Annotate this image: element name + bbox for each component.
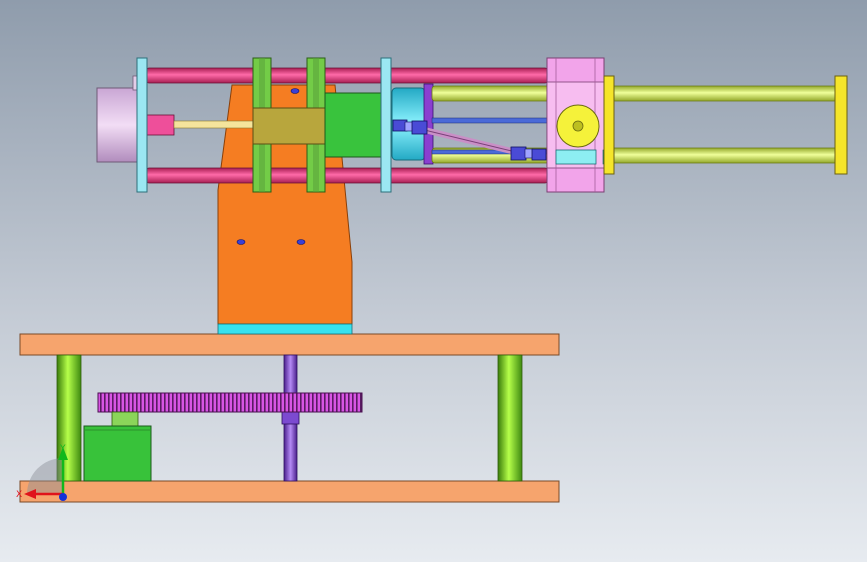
upper-mechanism[interactable] — [96, 57, 848, 193]
spindle-short[interactable] — [145, 114, 175, 136]
spur-gear[interactable] — [97, 392, 363, 413]
stand-bolt — [296, 239, 306, 245]
assembly-drawing[interactable]: Y X — [0, 0, 867, 562]
slide-carriage[interactable] — [252, 107, 326, 145]
upper-guide-rod[interactable] — [145, 67, 549, 84]
cad-viewport[interactable]: Y X — [0, 0, 867, 562]
rear-motor-cylinder[interactable] — [96, 87, 141, 163]
yellow-rod-upper[interactable] — [431, 85, 839, 102]
gear-hub[interactable] — [111, 411, 139, 427]
joint-right[interactable] — [510, 146, 547, 161]
top-base-plate[interactable] — [19, 333, 560, 356]
output-shaft[interactable] — [555, 149, 597, 165]
z-axis-dot — [59, 493, 67, 501]
lower-guide-rod[interactable] — [145, 167, 549, 184]
middle-plate[interactable] — [380, 57, 392, 193]
drive-motor[interactable] — [83, 425, 152, 482]
left-end-plate[interactable] — [136, 57, 148, 193]
triad-origin-shadow — [27, 458, 63, 494]
cylinder-body[interactable] — [324, 92, 383, 158]
x-axis-label: X — [16, 490, 22, 500]
yellow-plate-outer[interactable] — [834, 75, 848, 175]
bottom-base-plate[interactable] — [19, 480, 560, 503]
inner-rod-upper[interactable] — [431, 117, 548, 124]
spindle-rod[interactable] — [173, 120, 257, 129]
stand-bolt — [236, 239, 246, 245]
stand-foot[interactable] — [217, 323, 353, 335]
eccentric-wheel-hub — [572, 120, 584, 132]
y-axis-label: Y — [59, 444, 66, 454]
right-support-column[interactable] — [497, 354, 523, 482]
yellow-plate-inner[interactable] — [603, 75, 615, 175]
stand-bolt — [290, 88, 300, 94]
gear-train[interactable] — [83, 392, 363, 482]
